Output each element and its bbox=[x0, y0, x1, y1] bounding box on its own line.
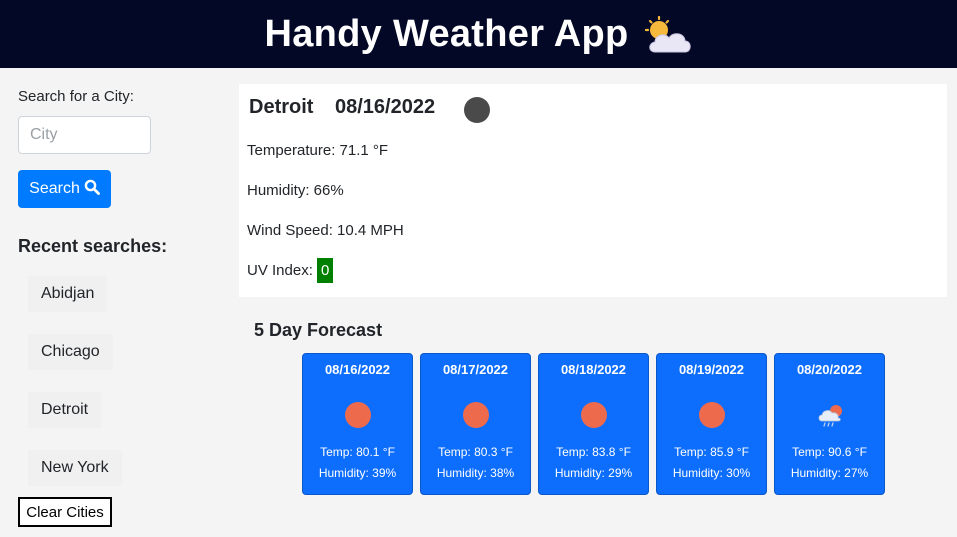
search-button[interactable]: Search bbox=[18, 170, 111, 208]
forecast-card: 08/18/2022 Temp: 83.8 °F Humidity: 29% bbox=[538, 353, 649, 495]
current-temperature: Temperature: 71.1 °F bbox=[247, 142, 389, 159]
forecast-humidity: Humidity: 30% bbox=[672, 466, 751, 480]
sun-icon bbox=[699, 402, 725, 428]
search-label: Search for a City: bbox=[18, 88, 134, 105]
search-button-label: Search bbox=[29, 180, 80, 197]
current-uv-row: UV Index: 0 bbox=[247, 258, 334, 283]
recent-city-button[interactable]: Abidjan bbox=[28, 276, 108, 312]
forecast-humidity: Humidity: 39% bbox=[318, 466, 397, 480]
forecast-temp: Temp: 83.8 °F bbox=[556, 445, 631, 459]
uv-index-label: UV Index: bbox=[247, 262, 318, 279]
clear-cities-button[interactable]: Clear Cities bbox=[18, 497, 112, 527]
forecast-date: 08/17/2022 bbox=[442, 362, 509, 377]
forecast-heading: 5 Day Forecast bbox=[254, 320, 383, 340]
current-humidity: Humidity: 66% bbox=[247, 182, 344, 199]
current-city-name: Detroit bbox=[249, 96, 314, 118]
search-icon bbox=[84, 179, 100, 200]
forecast-card: 08/19/2022 Temp: 85.9 °F Humidity: 30% bbox=[656, 353, 767, 495]
forecast-card: 08/16/2022 Temp: 80.1 °F Humidity: 39% bbox=[302, 353, 413, 495]
forecast-temp: Temp: 80.3 °F bbox=[438, 445, 513, 459]
sun-behind-cloud-icon bbox=[644, 15, 693, 56]
rain-cloud-sun-icon bbox=[817, 402, 843, 428]
forecast-humidity: Humidity: 29% bbox=[554, 466, 633, 480]
recent-searches-heading: Recent searches: bbox=[18, 236, 168, 256]
forecast-humidity: Humidity: 27% bbox=[790, 466, 869, 480]
forecast-temp: Temp: 90.6 °F bbox=[792, 445, 867, 459]
forecast-card: 08/20/2022 Temp: 90.6 °F Humidity: 27% bbox=[774, 353, 885, 495]
recent-city-button[interactable]: Chicago bbox=[28, 334, 113, 370]
app-header: Handy Weather App bbox=[0, 0, 957, 68]
uv-index-badge: 0 bbox=[317, 258, 334, 283]
city-search-input[interactable] bbox=[18, 116, 151, 154]
recent-city-button[interactable]: Detroit bbox=[28, 392, 102, 428]
forecast-date: 08/20/2022 bbox=[796, 362, 863, 377]
forecast-date: 08/18/2022 bbox=[560, 362, 627, 377]
recent-city-button[interactable]: New York bbox=[28, 450, 122, 486]
sun-icon bbox=[345, 402, 371, 428]
sun-icon bbox=[581, 402, 607, 428]
forecast-date: 08/16/2022 bbox=[324, 362, 391, 377]
sidebar: Search for a City: Search Recent searche… bbox=[0, 76, 228, 537]
sun-icon bbox=[463, 402, 489, 428]
current-wind-speed: Wind Speed: 10.4 MPH bbox=[247, 222, 404, 239]
forecast-card: 08/17/2022 Temp: 80.3 °F Humidity: 38% bbox=[420, 353, 531, 495]
current-weather-card: Detroit 08/16/2022 Temperature: 71.1 °F … bbox=[239, 84, 947, 297]
forecast-temp: Temp: 85.9 °F bbox=[674, 445, 749, 459]
dark-circle-icon bbox=[464, 97, 490, 123]
forecast-date: 08/19/2022 bbox=[678, 362, 745, 377]
forecast-humidity: Humidity: 38% bbox=[436, 466, 515, 480]
app-title: Handy Weather App bbox=[264, 12, 629, 55]
forecast-temp: Temp: 80.1 °F bbox=[320, 445, 395, 459]
current-date: 08/16/2022 bbox=[335, 96, 436, 118]
